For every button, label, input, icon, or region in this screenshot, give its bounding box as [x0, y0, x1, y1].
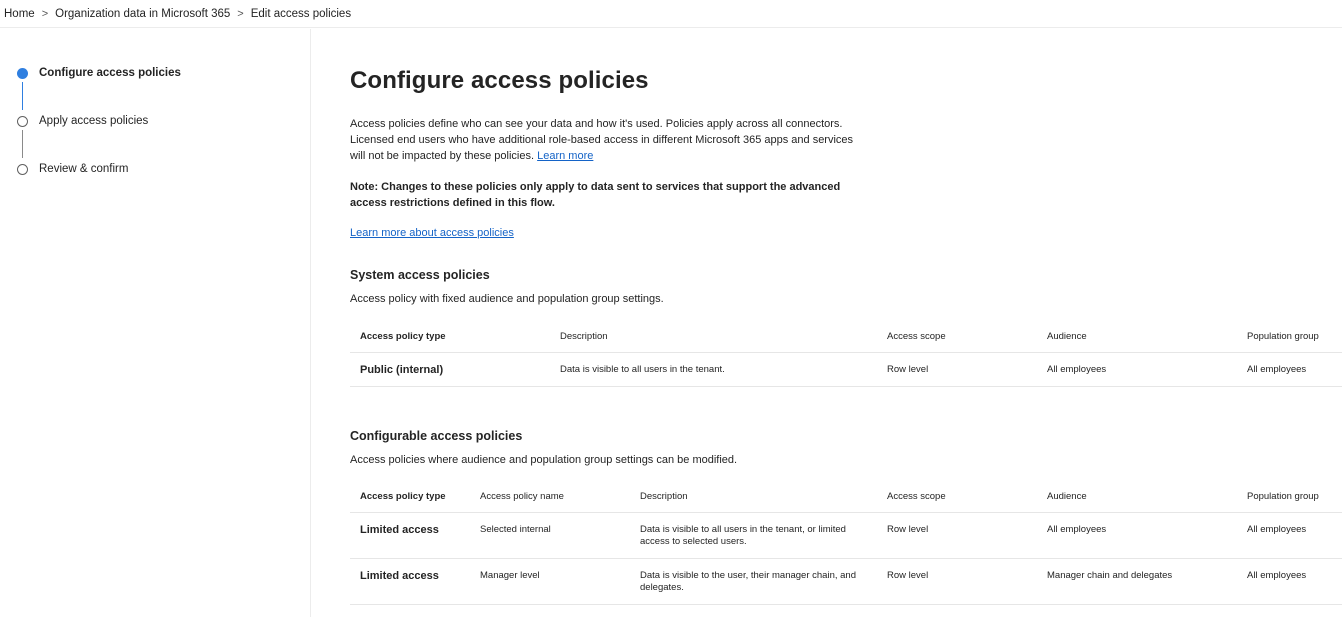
audience-cell: Manager chain and delegates	[1037, 558, 1237, 605]
configurable-policies-title: Configurable access policies	[350, 429, 523, 443]
system-policies-table: Access policy type Description Access sc…	[350, 320, 1342, 387]
wizard-steps-sidebar: Configure access policies Apply access p…	[0, 29, 311, 617]
step-connector-line	[22, 82, 23, 110]
population-group-cell: All employees	[1237, 512, 1342, 559]
column-header[interactable]: Description	[630, 480, 877, 513]
system-policies-description: Access policy with fixed audience and po…	[350, 293, 664, 305]
breadcrumb-home[interactable]: Home	[4, 8, 35, 20]
step-label: Apply access policies	[39, 115, 149, 127]
policy-type-cell: Public (internal)	[350, 352, 550, 387]
intro-text: Access policies define who can see your …	[350, 118, 854, 162]
table-header-row: Access policy type Description Access sc…	[350, 320, 1342, 353]
note-text: Note: Changes to these policies only app…	[350, 181, 841, 209]
system-policies-title: System access policies	[350, 268, 490, 282]
step-label: Configure access policies	[39, 67, 181, 79]
access-scope-cell: Row level	[877, 512, 1037, 559]
chevron-right-icon: >	[237, 7, 244, 20]
step-configure-access-policies[interactable]: Configure access policies	[17, 67, 181, 79]
policy-type-cell: Limited access	[350, 512, 470, 559]
step-connector-line	[22, 130, 23, 158]
policy-name-cell: Selected internal	[470, 512, 630, 559]
step-review-confirm[interactable]: Review & confirm	[17, 163, 128, 175]
column-header[interactable]: Access policy name	[470, 480, 630, 513]
step-pending-indicator-icon	[17, 115, 28, 127]
column-header[interactable]: Audience	[1037, 480, 1237, 513]
intro-paragraph: Access policies define who can see your …	[350, 116, 870, 164]
policy-type-cell: Limited access	[350, 558, 470, 605]
chevron-right-icon: >	[41, 7, 49, 20]
description-cell: Data is visible to all users in the tena…	[550, 352, 877, 387]
policy-name-cell: Manager level	[470, 558, 630, 605]
breadcrumb: Home > Organization data in Microsoft 36…	[0, 0, 1342, 28]
configurable-policies-table: Access policy type Access policy name De…	[350, 480, 1342, 605]
table-row[interactable]: Public (internal) Data is visible to all…	[350, 352, 1342, 387]
column-header[interactable]: Population group	[1237, 480, 1342, 513]
column-header[interactable]: Audience	[1037, 320, 1237, 353]
configurable-policies-description: Access policies where audience and popul…	[350, 454, 738, 466]
population-group-cell: All employees	[1237, 558, 1342, 605]
table-row[interactable]: Limited access Selected internal Data is…	[350, 512, 1342, 559]
access-scope-cell: Row level	[877, 558, 1037, 605]
description-cell: Data is visible to the user, their manag…	[630, 558, 877, 605]
learn-more-access-policies-link[interactable]: Learn more about access policies	[350, 227, 514, 239]
description-cell: Data is visible to all users in the tena…	[630, 512, 877, 559]
column-header[interactable]: Population group	[1237, 320, 1342, 353]
table-header-row: Access policy type Access policy name De…	[350, 480, 1342, 513]
audience-cell: All employees	[1037, 512, 1237, 559]
breadcrumb-current: Edit access policies	[250, 7, 352, 20]
audience-cell: All employees	[1037, 352, 1237, 387]
step-active-indicator-icon	[17, 67, 28, 79]
column-header[interactable]: Access scope	[877, 320, 1037, 353]
column-header[interactable]: Access policy type	[350, 480, 470, 513]
table-row[interactable]: Limited access Manager level Data is vis…	[350, 558, 1342, 605]
population-group-cell: All employees	[1237, 352, 1342, 387]
step-label: Review & confirm	[39, 163, 129, 175]
column-header[interactable]: Access policy type	[350, 320, 550, 353]
access-scope-cell: Row level	[877, 352, 1037, 387]
column-header[interactable]: Description	[550, 320, 877, 353]
step-pending-indicator-icon	[17, 163, 28, 175]
page-title: Configure access policies	[350, 67, 649, 94]
learn-more-link[interactable]: Learn more	[537, 150, 593, 162]
breadcrumb-organization-data[interactable]: Organization data in Microsoft 365	[55, 8, 230, 20]
column-header[interactable]: Access scope	[877, 480, 1037, 513]
step-apply-access-policies[interactable]: Apply access policies	[17, 115, 148, 127]
